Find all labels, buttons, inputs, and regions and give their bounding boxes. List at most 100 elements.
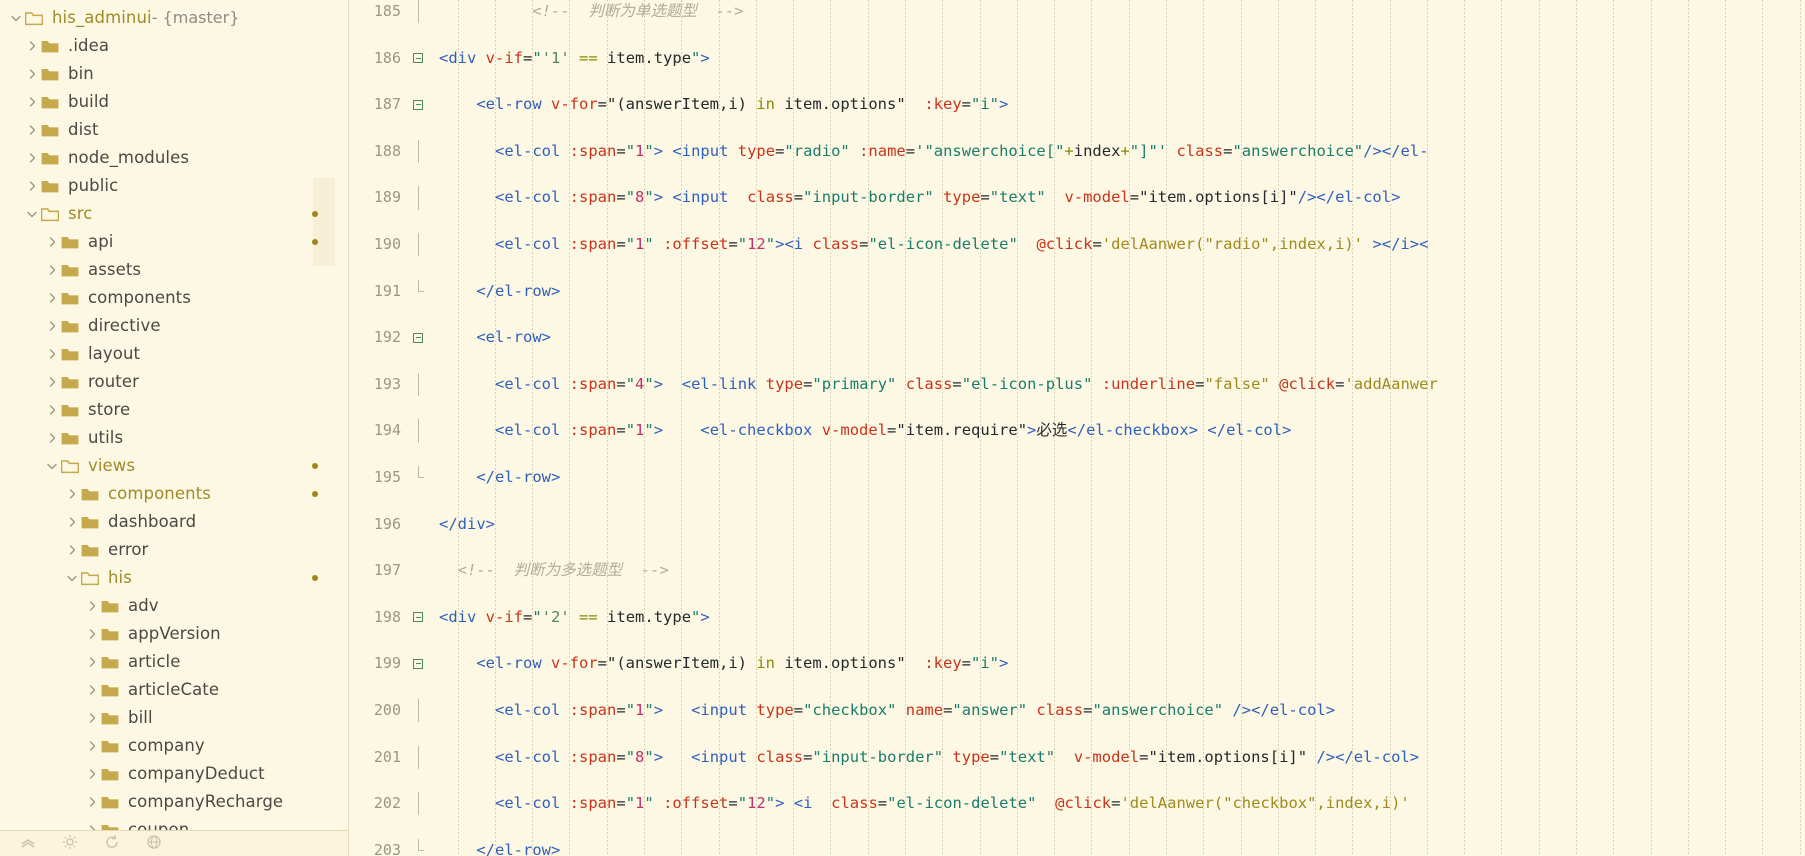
tree-node-components[interactable]: components [0, 284, 348, 312]
chevron-right-icon[interactable] [84, 684, 99, 696]
chevron-right-icon[interactable] [84, 796, 99, 808]
code-line[interactable]: 191 </el-row> [349, 279, 1805, 303]
chevron-right-icon[interactable] [44, 404, 59, 416]
project-tool-window[interactable]: his_adminui - {master} .idea bin build dist n… [0, 0, 348, 856]
chevron-right-icon[interactable] [24, 152, 39, 164]
fold-collapse-icon[interactable] [411, 606, 427, 629]
tree-node-views[interactable]: views [0, 452, 348, 480]
chevron-right-icon[interactable] [84, 740, 99, 752]
chevron-right-icon[interactable] [24, 40, 39, 52]
code-text: <div v-if="'1' == item.type"> [439, 47, 710, 70]
tree-node-companyrecharge[interactable]: companyRecharge [0, 788, 348, 816]
tree-node-store[interactable]: store [0, 396, 348, 424]
chevron-down-icon[interactable] [64, 572, 79, 584]
tree-node-his[interactable]: his [0, 564, 348, 592]
sidebar-toolbar[interactable] [0, 830, 348, 856]
tree-node-appversion[interactable]: appVersion [0, 620, 348, 648]
tree-node-article[interactable]: article [0, 648, 348, 676]
chevron-right-icon[interactable] [44, 320, 59, 332]
chevron-right-icon[interactable] [84, 768, 99, 780]
tree-node-build[interactable]: build [0, 88, 348, 116]
code-line[interactable]: 185 <!-- 判断为单选题型 --> [349, 0, 1805, 24]
tree-node-companydeduct[interactable]: companyDeduct [0, 760, 348, 788]
folder-icon [59, 235, 81, 250]
code-line[interactable]: 189 <el-col :span="8"> <input class="inp… [349, 186, 1805, 210]
vcs-modified-dot [312, 239, 318, 245]
fold-collapse-icon[interactable] [411, 93, 427, 116]
tree-node-dist[interactable]: dist [0, 116, 348, 144]
tree-node-directive[interactable]: directive [0, 312, 348, 340]
code-line[interactable]: 198 <div v-if="'2' == item.type"> [349, 606, 1805, 629]
code-line[interactable]: 201 <el-col :span="8"> <input class="inp… [349, 745, 1805, 769]
settings-gear-icon[interactable] [62, 834, 78, 854]
tree-node-label: router [88, 372, 139, 391]
chevron-down-icon[interactable] [24, 208, 39, 220]
code-line[interactable]: 203 </el-row> [349, 838, 1805, 856]
tree-node-api[interactable]: api [0, 228, 348, 256]
tree-node-adv[interactable]: adv [0, 592, 348, 620]
project-tree[interactable]: his_adminui - {master} .idea bin build dist n… [0, 0, 348, 844]
chevron-down-icon[interactable] [8, 12, 23, 24]
chevron-right-icon[interactable] [44, 348, 59, 360]
chevron-right-icon[interactable] [44, 376, 59, 388]
tree-node-company[interactable]: company [0, 732, 348, 760]
code-line[interactable]: 194 <el-col :span="1"> <el-checkbox v-mo… [349, 419, 1805, 443]
tree-node-components[interactable]: components [0, 480, 348, 508]
token-gr: '1' [541, 48, 570, 67]
collapse-all-icon[interactable] [20, 834, 36, 854]
code-line[interactable]: 187 <el-row v-for="(answerItem,i) in ite… [349, 93, 1805, 116]
code-line[interactable]: 186 <div v-if="'1' == item.type"> [349, 47, 1805, 70]
code-line[interactable]: 197 <!-- 判断为多选题型 --> [349, 559, 1805, 582]
fold-collapse-icon[interactable] [411, 652, 427, 675]
code-editor[interactable]: 185 <!-- 判断为单选题型 --> 186 <div v-if="'1' ==… [348, 0, 1805, 856]
globe-icon[interactable] [146, 834, 162, 854]
code-line[interactable]: 192 <el-row> [349, 326, 1805, 349]
tree-node-his-adminui[interactable]: his_adminui - {master} [0, 4, 348, 32]
chevron-right-icon[interactable] [44, 432, 59, 444]
chevron-right-icon[interactable] [84, 600, 99, 612]
tree-node-bin[interactable]: bin [0, 60, 348, 88]
chevron-right-icon[interactable] [84, 712, 99, 724]
code-line[interactable]: 193 <el-col :span="4"> <el-link type="pr… [349, 372, 1805, 397]
tree-node-bill[interactable]: bill [0, 704, 348, 732]
fold-collapse-icon[interactable] [411, 326, 427, 349]
code-line[interactable]: 196 </div> [349, 513, 1805, 536]
chevron-right-icon[interactable] [64, 544, 79, 556]
chevron-right-icon[interactable] [84, 628, 99, 640]
chevron-right-icon[interactable] [24, 180, 39, 192]
chevron-right-icon[interactable] [64, 516, 79, 528]
chevron-right-icon[interactable] [24, 96, 39, 108]
code-line[interactable]: 190 <el-col :span="1" :offset="12"><i cl… [349, 232, 1805, 257]
refresh-icon[interactable] [104, 834, 120, 854]
chevron-right-icon[interactable] [64, 488, 79, 500]
chevron-right-icon[interactable] [24, 68, 39, 80]
editor-lines[interactable]: 185 <!-- 判断为单选题型 --> 186 <div v-if="'1' ==… [349, 0, 1805, 856]
tree-node-utils[interactable]: utils [0, 424, 348, 452]
chevron-right-icon[interactable] [44, 264, 59, 276]
chevron-right-icon[interactable] [84, 656, 99, 668]
tree-node-dashboard[interactable]: dashboard [0, 508, 348, 536]
tree-node--idea[interactable]: .idea [0, 32, 348, 60]
tree-node-node-modules[interactable]: node_modules [0, 144, 348, 172]
chevron-right-icon[interactable] [44, 292, 59, 304]
code-line[interactable]: 200 <el-col :span="1"> <input type="chec… [349, 698, 1805, 723]
tree-node-error[interactable]: error [0, 536, 348, 564]
tree-node-router[interactable]: router [0, 368, 348, 396]
tree-node-public[interactable]: public [0, 172, 348, 200]
chevron-right-icon[interactable] [44, 236, 59, 248]
fold-collapse-icon[interactable] [411, 47, 427, 70]
tree-node-layout[interactable]: layout [0, 340, 348, 368]
tree-node-articlecate[interactable]: articleCate [0, 676, 348, 704]
code-line[interactable]: 188 <el-col :span="1"> <input type="radi… [349, 139, 1805, 164]
code-line[interactable]: 195 </el-row> [349, 465, 1805, 489]
token-at: v-model [821, 421, 888, 440]
chevron-down-icon[interactable] [44, 460, 59, 472]
token-at: v-model [1064, 188, 1130, 207]
code-line[interactable]: 199 <el-row v-for="(answerItem,i) in ite… [349, 652, 1805, 675]
tree-node-assets[interactable]: assets [0, 256, 348, 284]
tree-node-src[interactable]: src [0, 200, 348, 228]
code-line[interactable]: 202 <el-col :span="1" :offset="12"> <i c… [349, 792, 1805, 816]
chevron-right-icon[interactable] [24, 124, 39, 136]
